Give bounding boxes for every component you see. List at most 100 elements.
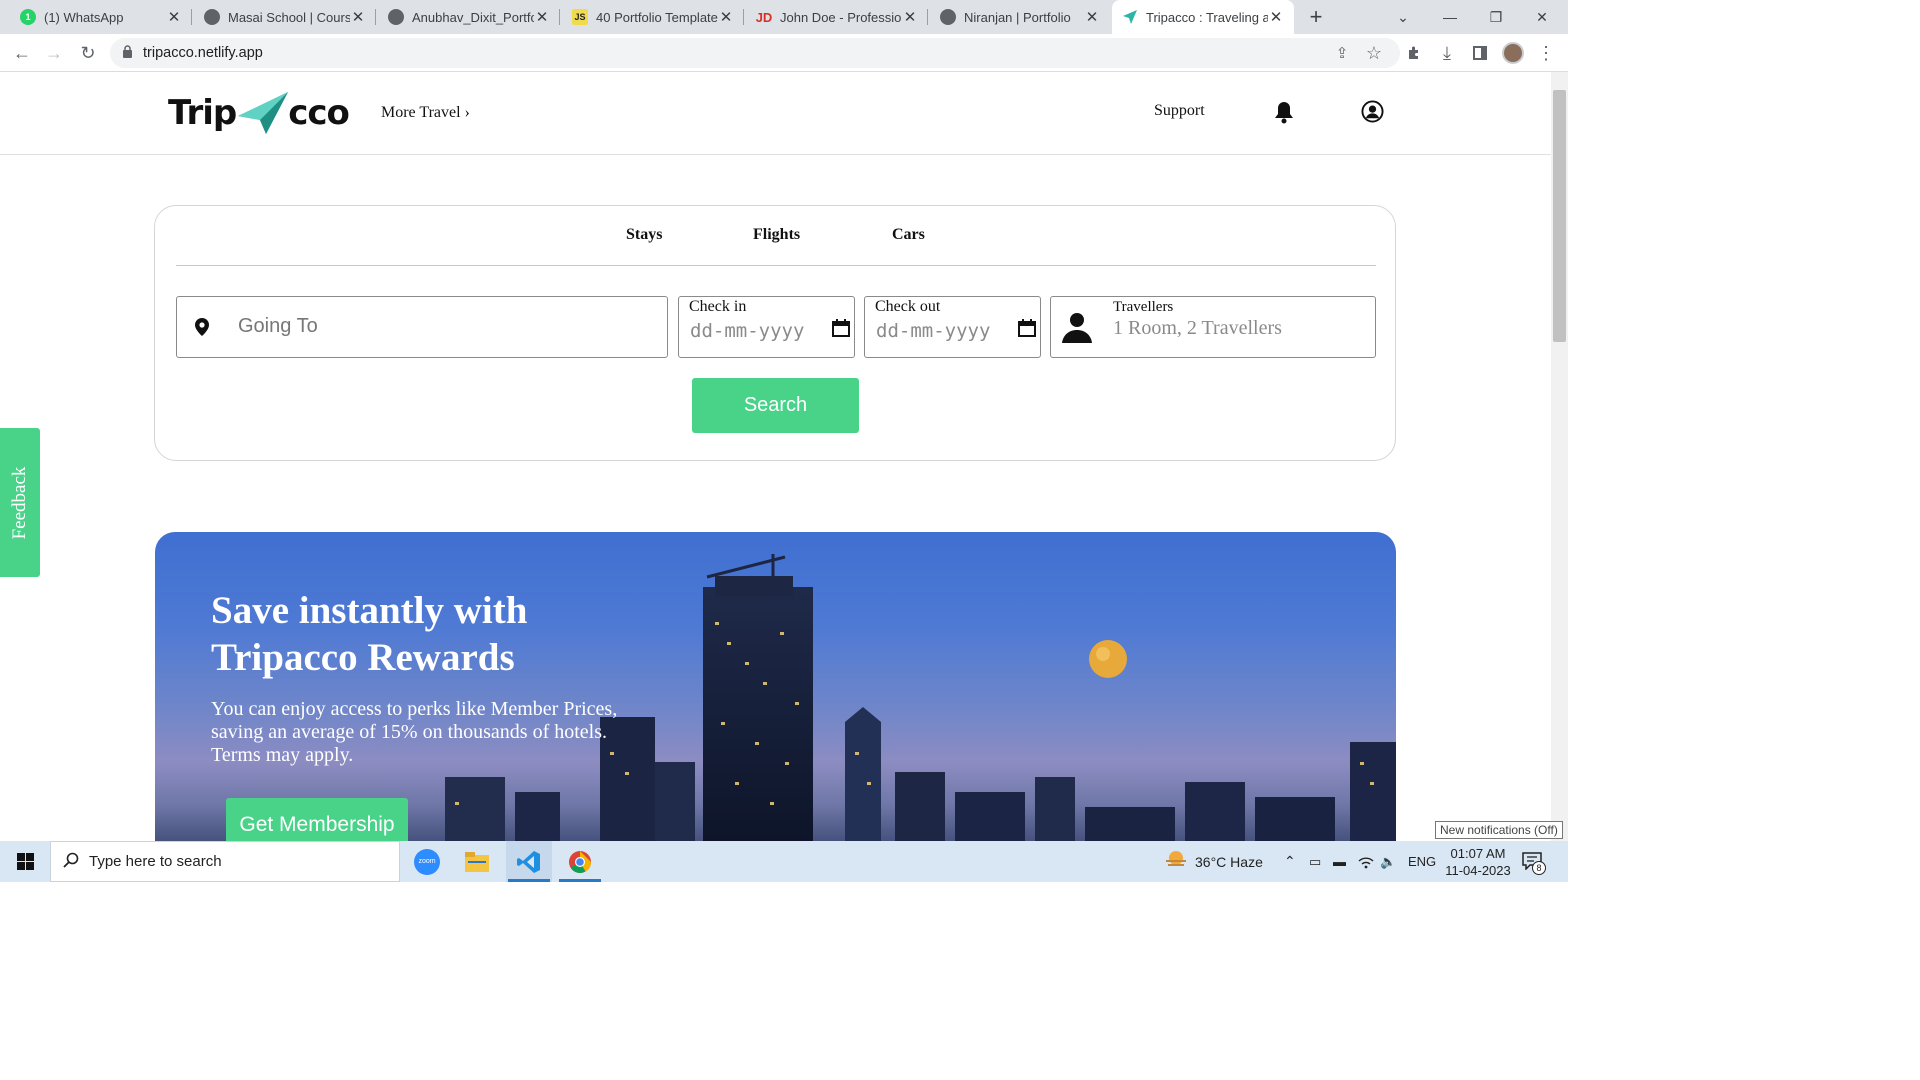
logo-text-left: Trip (168, 93, 237, 133)
lock-icon (122, 44, 133, 62)
calendar-icon[interactable] (832, 319, 850, 342)
close-window-button[interactable]: ✕ (1519, 0, 1565, 34)
rewards-banner: Save instantly with Tripacco Rewards You… (155, 532, 1396, 841)
browser-tab-masai[interactable]: Masai School | Course ✕ (194, 0, 376, 34)
clock-time: 01:07 AM (1450, 845, 1506, 861)
close-tab-icon[interactable]: ✕ (534, 8, 550, 26)
check-in-field[interactable]: Check in dd-mm-yyyy (678, 296, 855, 358)
tripacco-logo[interactable]: Trip cco (168, 90, 350, 136)
tab-flights[interactable]: Flights (753, 226, 800, 244)
taskbar-search-box[interactable]: Type here to search (50, 841, 400, 882)
notification-count-badge: 8 (1532, 860, 1546, 875)
language-indicator[interactable]: ENG (1408, 841, 1436, 882)
browser-tab-niranjan[interactable]: Niranjan | Portfolio ✕ (930, 0, 1110, 34)
browser-tab-strip: 1 (1) WhatsApp ✕ Masai School | Course ✕… (0, 0, 1568, 34)
wifi-icon[interactable] (1358, 841, 1374, 882)
show-hidden-icons-chevron-icon[interactable]: ⌃ (1284, 841, 1296, 882)
bell-icon[interactable] (1273, 100, 1295, 129)
url-text: tripacco.netlify.app (143, 45, 263, 61)
side-panel-icon[interactable] (1464, 34, 1496, 72)
tab-title: Tripacco : Traveling and (1146, 9, 1268, 25)
browser-tab-tripacco[interactable]: Tripacco : Traveling and ✕ (1112, 0, 1294, 34)
close-tab-icon[interactable]: ✕ (718, 8, 734, 26)
calendar-icon[interactable] (1018, 319, 1036, 342)
get-membership-button[interactable]: Get Membership (226, 798, 408, 841)
web-page: Trip cco More Travel › Support Stays Fli… (0, 72, 1551, 841)
reload-icon[interactable]: ↻ (72, 34, 104, 72)
battery-icon[interactable]: ▬ (1333, 841, 1346, 882)
close-tab-icon[interactable]: ✕ (350, 8, 366, 26)
browser-tab-john-doe[interactable]: JD John Doe - Professional ✕ (746, 0, 928, 34)
tab-cars[interactable]: Cars (892, 226, 925, 244)
chrome-app-icon[interactable] (557, 841, 603, 882)
tab-title: Anubhav_Dixit_Portfolio (412, 9, 534, 25)
globe-icon (388, 9, 404, 25)
browser-tab-whatsapp[interactable]: 1 (1) WhatsApp ✕ (10, 0, 192, 34)
search-button[interactable]: Search (692, 378, 859, 433)
close-tab-icon[interactable]: ✕ (1268, 8, 1284, 26)
haze-weather-icon (1165, 850, 1187, 873)
browser-menu-icon[interactable]: ⋮ (1530, 34, 1562, 72)
address-bar[interactable]: tripacco.netlify.app (110, 38, 1400, 68)
feedback-tab[interactable]: Feedback (0, 428, 40, 577)
clock-date: 11-04-2023 (1445, 862, 1511, 878)
back-arrow-icon[interactable]: ← (6, 34, 38, 72)
notification-center-icon[interactable]: 8 (1522, 841, 1546, 882)
more-travel-link[interactable]: More Travel › (381, 104, 470, 122)
browser-tab-portfolio-templates[interactable]: JS 40 Portfolio Templates ✕ (562, 0, 744, 34)
bookmark-star-icon[interactable]: ☆ (1358, 34, 1390, 72)
check-out-field[interactable]: Check out dd-mm-yyyy (864, 296, 1041, 358)
taskbar-search-placeholder: Type here to search (89, 853, 222, 870)
page-scrollbar[interactable] (1551, 72, 1568, 841)
volume-icon[interactable]: 🔈 (1380, 841, 1396, 882)
travellers-value: 1 Room, 2 Travellers (1113, 317, 1282, 339)
logo-text-right: cco (288, 93, 350, 133)
zoom-app-icon[interactable]: zoom (404, 841, 450, 882)
clock[interactable]: 01:07 AM 11-04-2023 (1440, 841, 1516, 882)
profile-avatar[interactable] (1497, 34, 1529, 72)
tab-title: Masai School | Course (228, 9, 350, 25)
banner-title: Save instantly with Tripacco Rewards (211, 589, 528, 679)
globe-icon (940, 9, 956, 25)
feedback-label: Feedback (9, 466, 30, 539)
globe-icon (204, 9, 220, 25)
windows-start-icon[interactable] (0, 841, 50, 882)
meet-now-icon[interactable]: ▭ (1309, 841, 1321, 882)
extensions-puzzle-icon[interactable] (1398, 34, 1430, 72)
going-to-placeholder: Going To (238, 315, 318, 337)
download-icon[interactable]: ⤓ (1431, 34, 1463, 72)
tab-title: John Doe - Professional (780, 9, 902, 25)
vscode-app-icon[interactable] (506, 841, 552, 882)
tab-search-chevron-icon[interactable]: ⌄ (1380, 0, 1426, 34)
search-card: Stays Flights Cars Going To Check in dd-… (154, 205, 1396, 461)
tab-title: (1) WhatsApp (44, 9, 124, 25)
tab-title: 40 Portfolio Templates (596, 9, 718, 25)
paper-plane-icon (236, 90, 290, 136)
minimize-window-button[interactable]: — (1427, 0, 1473, 34)
tab-stays[interactable]: Stays (626, 226, 662, 244)
new-tab-button[interactable]: + (1300, 0, 1332, 34)
map-pin-icon (195, 318, 209, 341)
share-icon[interactable]: ⇪ (1326, 34, 1358, 72)
close-tab-icon[interactable]: ✕ (902, 8, 918, 26)
close-tab-icon[interactable]: ✕ (166, 8, 182, 26)
js-icon: JS (572, 9, 588, 25)
check-out-label: Check out (875, 298, 941, 315)
tab-divider (176, 265, 1376, 266)
whatsapp-icon: 1 (20, 9, 36, 25)
scrollbar-thumb[interactable] (1553, 90, 1566, 342)
file-explorer-icon[interactable] (454, 841, 500, 882)
weather-widget[interactable]: 36°C Haze (1165, 841, 1263, 882)
support-link[interactable]: Support (1154, 102, 1205, 120)
browser-tab-anubhav[interactable]: Anubhav_Dixit_Portfolio ✕ (378, 0, 560, 34)
close-tab-icon[interactable]: ✕ (1084, 8, 1100, 26)
person-icon (1061, 311, 1093, 348)
browser-toolbar: ← → ↻ tripacco.netlify.app ⇪ ☆ ⤓ ⋮ (0, 34, 1568, 72)
forward-arrow-icon[interactable]: → (38, 34, 70, 72)
travellers-field[interactable]: Travellers 1 Room, 2 Travellers (1050, 296, 1376, 358)
city-skyline-image (445, 554, 1396, 841)
user-account-icon[interactable] (1361, 100, 1384, 128)
restore-window-button[interactable]: ❐ (1473, 0, 1519, 34)
going-to-field[interactable]: Going To (176, 296, 668, 358)
tab-title: Niranjan | Portfolio (964, 9, 1071, 25)
